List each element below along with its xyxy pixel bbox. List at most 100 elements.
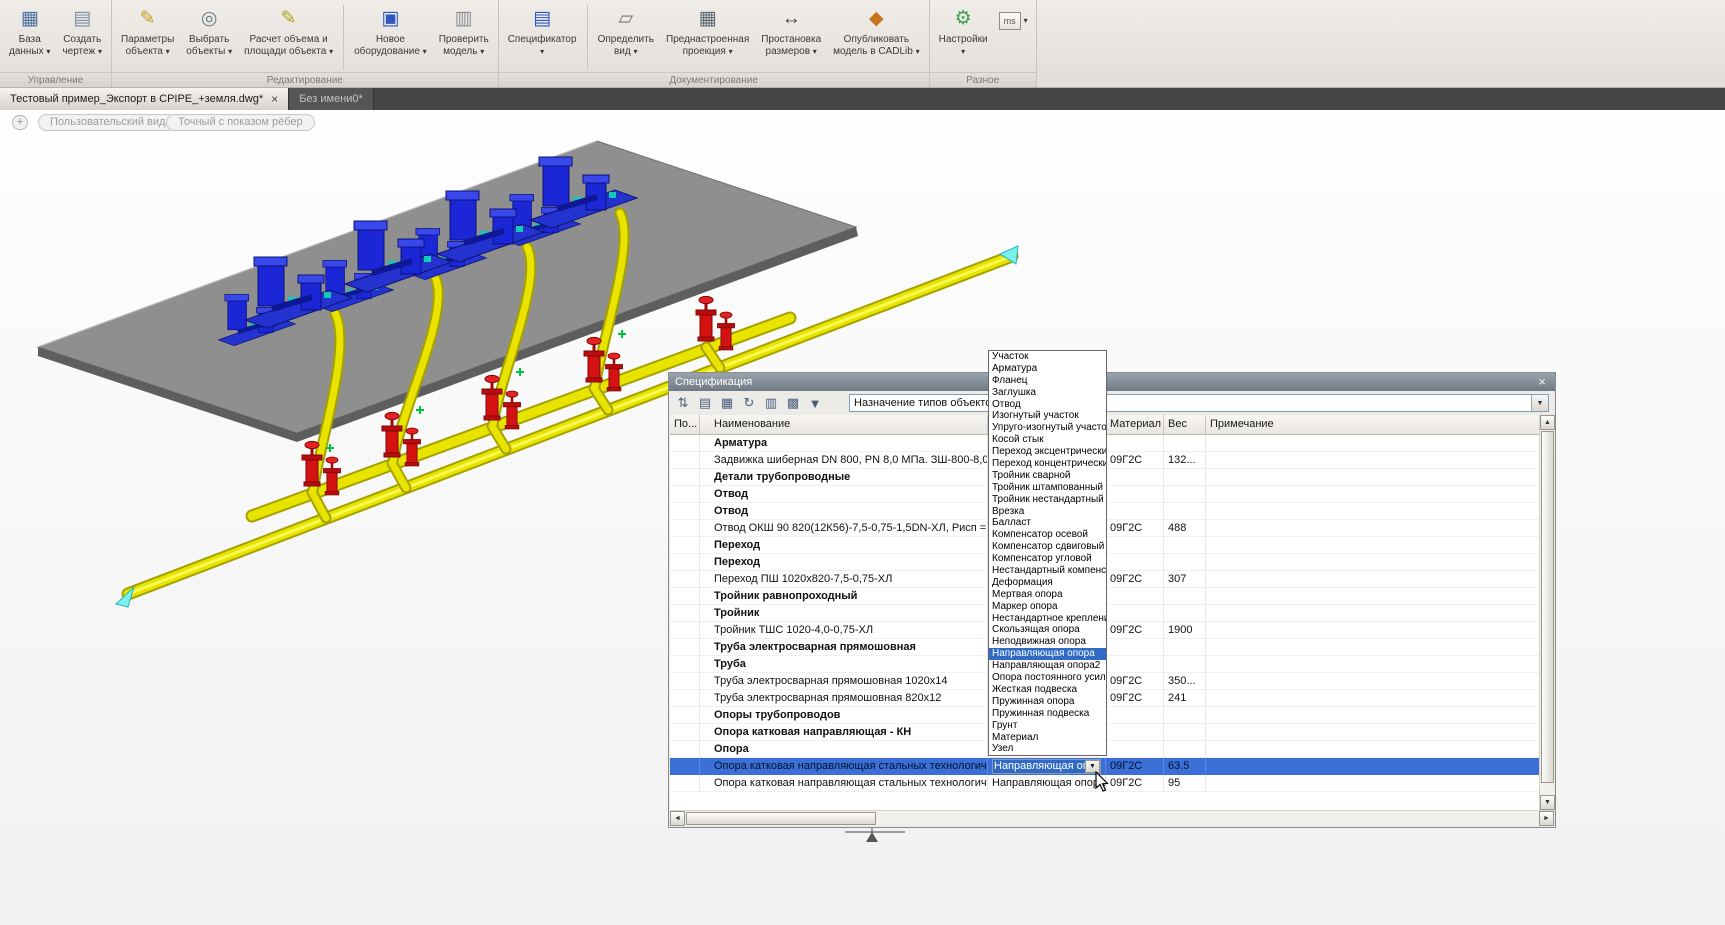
column-header[interactable]: Материал: [1106, 415, 1164, 434]
dropdown-option[interactable]: Неподвижная опора: [989, 636, 1106, 648]
dropdown-option[interactable]: Нестандартное креплени: [989, 613, 1106, 625]
dropdown-option[interactable]: Опора постоянного усил: [989, 672, 1106, 684]
horizontal-scroll-thumb[interactable]: [686, 812, 876, 825]
dropdown-option[interactable]: Компенсатор угловой: [989, 553, 1106, 565]
dropdown-option[interactable]: Скользящая опора: [989, 624, 1106, 636]
dropdown-option[interactable]: Направляющая опора: [989, 648, 1106, 660]
refresh-icon[interactable]: ↻: [739, 394, 759, 412]
publish-cadlib-button[interactable]: ◆Опубликоватьмодель в CADLib ▾: [828, 3, 924, 72]
define-view-button[interactable]: ▱Определитьвид ▾: [593, 3, 659, 72]
object-params-button[interactable]: ✎Параметрыобъекта ▾: [116, 3, 179, 72]
dropdown-option[interactable]: Косой стык: [989, 434, 1106, 446]
combo-arrow-icon[interactable]: ▼: [1531, 395, 1548, 411]
settings-icon: ⚙: [955, 4, 972, 34]
column-header[interactable]: Примечание: [1206, 415, 1539, 434]
cell-pos: [670, 690, 700, 707]
select-objects-button[interactable]: ◎Выбратьобъекты ▾: [181, 3, 237, 72]
specificator-button[interactable]: ▤Спецификатор▾: [503, 3, 582, 72]
dropdown-option[interactable]: Балласт: [989, 517, 1106, 529]
button-label: Создать: [63, 34, 101, 46]
column-header[interactable]: Вес: [1164, 415, 1206, 434]
new-equipment-button[interactable]: ▣Новоеоборудование ▾: [349, 3, 432, 72]
check-model-button[interactable]: ▥Проверитьмодель ▾: [434, 3, 494, 72]
dropdown-option[interactable]: Тройник сварной: [989, 470, 1106, 482]
dropdown-option[interactable]: Мертвая опора: [989, 589, 1106, 601]
scroll-down-icon[interactable]: ▼: [1540, 795, 1555, 810]
table-view-icon[interactable]: ▦: [717, 394, 737, 412]
scroll-left-icon[interactable]: ◄: [670, 811, 685, 826]
insert-row-icon[interactable]: ▤: [695, 394, 715, 412]
scroll-up-icon[interactable]: ▲: [1540, 415, 1555, 430]
cell-note: [1206, 537, 1539, 554]
dropdown-option[interactable]: Пружинная опора: [989, 696, 1106, 708]
dropdown-option[interactable]: Заглушка: [989, 387, 1106, 399]
object-type-assignment-combo[interactable]: Назначение типов объектов ▼: [849, 394, 1549, 412]
vertical-scroll-thumb[interactable]: [1541, 431, 1554, 783]
preset-projection-icon: ▦: [699, 4, 717, 34]
dropdown-option[interactable]: Арматура: [989, 363, 1106, 375]
column-header[interactable]: По...: [670, 415, 700, 434]
chevron-down-icon: ▾: [1024, 15, 1028, 27]
viewport-controls-toggle[interactable]: +: [12, 115, 28, 130]
settings-button[interactable]: ⚙Настройки▾: [934, 3, 993, 72]
ribbon-group: ▤Спецификатор▾▱Определитьвид ▾▦Преднастр…: [499, 0, 930, 87]
dropdown-option[interactable]: Тройник штампованный: [989, 482, 1106, 494]
table-row[interactable]: Опора катковая направляющая стальных тех…: [670, 775, 1539, 792]
dropdown-option[interactable]: Деформация: [989, 577, 1106, 589]
ms-button[interactable]: ms▾: [995, 9, 1032, 33]
dimensions-button[interactable]: ↔Простановкаразмеров ▾: [756, 3, 826, 72]
specificator-icon: ▤: [533, 4, 551, 34]
cell-material: [1106, 435, 1164, 452]
dropdown-option[interactable]: Отвод: [989, 399, 1106, 411]
dropdown-option[interactable]: Упруго-изогнутый участо: [989, 422, 1106, 434]
button-label: Опубликовать: [844, 34, 909, 46]
export-icon[interactable]: ▥: [761, 394, 781, 412]
sort-icon[interactable]: ⇅: [673, 394, 693, 412]
vertical-scrollbar[interactable]: ▲ ▼: [1539, 415, 1554, 810]
dropdown-option[interactable]: Участок: [989, 351, 1106, 363]
cell-note: [1206, 605, 1539, 622]
dropdown-option[interactable]: Жесткая подвеска: [989, 684, 1106, 696]
dropdown-option[interactable]: Маркер опора: [989, 601, 1106, 613]
dropdown-option[interactable]: Тройник нестандартный: [989, 494, 1106, 506]
table-row[interactable]: Опора катковая направляющая стальных тех…: [670, 758, 1539, 775]
dropdown-option[interactable]: Фланец: [989, 375, 1106, 387]
dropdown-option[interactable]: Врезка: [989, 506, 1106, 518]
calc-volume-button[interactable]: ✎Расчет объема иплощади объекта ▾: [239, 3, 338, 72]
table-settings-icon[interactable]: ▩: [783, 394, 803, 412]
cell-note: [1206, 520, 1539, 537]
horizontal-scrollbar[interactable]: ◄ ►: [670, 810, 1554, 826]
panel-close-icon[interactable]: ×: [1535, 374, 1549, 390]
type-combo-editor[interactable]: Направляющая опор▼: [992, 759, 1101, 774]
cell-weight: [1164, 656, 1206, 673]
document-tab[interactable]: Без имени0*: [289, 88, 374, 110]
cell-weight: [1164, 537, 1206, 554]
cell-name: Отвод ОКШ 90 820(12К56)-7,5-0,75-1,5DN-Х…: [700, 520, 988, 537]
dropdown-option[interactable]: Переход эксцентрически: [989, 446, 1106, 458]
filter-icon[interactable]: ▼: [805, 394, 825, 412]
dropdown-option[interactable]: Переход концентрически: [989, 458, 1106, 470]
dropdown-option[interactable]: Направляющая опора2: [989, 660, 1106, 672]
dropdown-option[interactable]: Компенсатор сдвиговый: [989, 541, 1106, 553]
tab-close-icon[interactable]: ×: [271, 92, 278, 106]
visual-style-control[interactable]: Точный с показом рёбер: [166, 114, 315, 131]
dropdown-option[interactable]: Компенсатор осевой: [989, 529, 1106, 541]
database-button[interactable]: ▦Базаданных ▾: [4, 3, 55, 72]
chevron-down-icon: ▾: [634, 47, 638, 56]
dropdown-option[interactable]: Грунт: [989, 720, 1106, 732]
select-objects-icon: ◎: [201, 4, 218, 34]
dropdown-option[interactable]: Изогнутый участок: [989, 410, 1106, 422]
preset-projection-button[interactable]: ▦Преднастроеннаяпроекция ▾: [661, 3, 754, 72]
dropdown-option[interactable]: Нестандартный компенс: [989, 565, 1106, 577]
scroll-right-icon[interactable]: ►: [1539, 811, 1554, 826]
view-name-control[interactable]: Пользовательский вид: [38, 114, 177, 131]
document-tab[interactable]: Тестовый пример_Экспорт в CPIPE_+земля.d…: [0, 88, 289, 110]
dropdown-option[interactable]: Узел: [989, 743, 1106, 755]
button-label: Определить: [598, 34, 654, 46]
create-drawing-button[interactable]: ▤Создатьчертеж ▾: [57, 3, 107, 72]
panel-title-bar[interactable]: Спецификация ×: [669, 373, 1555, 391]
combo-open-button[interactable]: ▼: [1085, 760, 1100, 773]
dropdown-option[interactable]: Пружинная подвеска: [989, 708, 1106, 720]
dropdown-option[interactable]: Материал: [989, 732, 1106, 744]
column-header[interactable]: Наименование: [700, 415, 988, 434]
